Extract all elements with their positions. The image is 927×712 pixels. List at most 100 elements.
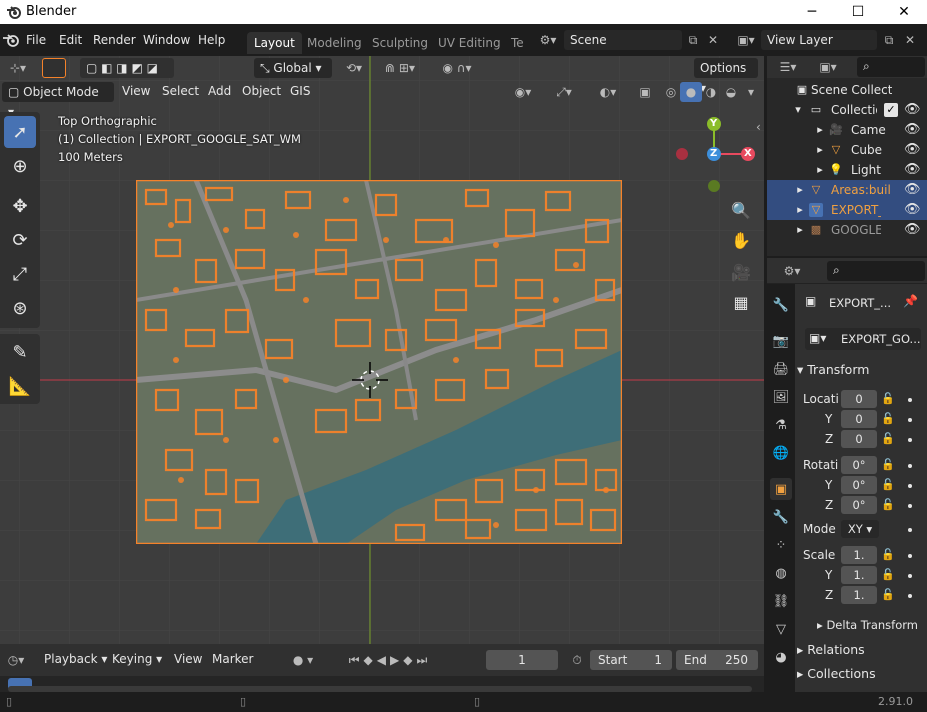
menu-playback[interactable]: Playback ▾ — [44, 652, 107, 666]
include-checkbox-icon[interactable]: ✓ — [884, 103, 898, 117]
shading-options-icon[interactable]: ▾ — [742, 82, 760, 102]
lock-icon[interactable]: 🔓 — [881, 568, 895, 581]
outliner-item-collection[interactable]: ▾ ▭ Collection ✓ 👁 — [767, 100, 927, 120]
visibility-dropdown-icon[interactable]: ◉▾ — [508, 82, 538, 102]
keyframe-dot-icon[interactable] — [908, 554, 912, 558]
ortho-grid-icon[interactable]: ▦ — [727, 288, 755, 316]
record-keyframe-icon[interactable]: ● ▾ — [284, 650, 322, 670]
relations-panel-header[interactable]: ▸ Relations — [797, 642, 925, 657]
menu-add[interactable]: Add — [208, 84, 231, 98]
keyframe-dot-icon[interactable] — [908, 574, 912, 578]
select-mode-icon[interactable] — [42, 58, 66, 78]
expand-arrow-icon[interactable]: ▸ — [793, 203, 807, 217]
view-layer-selector-icon[interactable]: ▣▾ — [732, 30, 760, 50]
tool-tab-icon[interactable]: 🔧 — [770, 294, 792, 316]
rotation-x-field[interactable]: 0° — [841, 456, 877, 474]
outliner-item-cube[interactable]: ▸ ▽ Cube 👁 — [767, 140, 927, 160]
collections-panel-header[interactable]: ▸ Collections — [797, 666, 925, 681]
location-z-field[interactable]: 0 — [841, 430, 877, 448]
expand-arrow-icon[interactable]: ▸ — [813, 123, 827, 137]
scene-tab-icon[interactable]: ⚗ — [770, 414, 792, 436]
eye-icon[interactable]: 👁 — [904, 140, 921, 160]
view-layer-tab-icon[interactable]: 🖼 — [770, 386, 792, 408]
transform-panel-header[interactable]: ▾ Transform — [797, 362, 925, 377]
snap-icon[interactable]: ⋒ ⊞▾ — [372, 58, 428, 78]
physics-tab-icon[interactable]: ◍ — [770, 562, 792, 584]
menu-gis[interactable]: GIS — [290, 84, 310, 98]
lock-icon[interactable]: 🔓 — [881, 478, 895, 491]
data-tab-icon[interactable]: ▽ — [770, 618, 792, 640]
transform-tool-icon[interactable]: ⊛ — [4, 292, 36, 324]
scale-x-field[interactable]: 1. — [841, 546, 877, 564]
outliner-filter-icon[interactable]: ▣▾ — [813, 57, 843, 77]
end-frame-field[interactable]: End 250 — [676, 650, 758, 670]
timeline-ruler[interactable] — [0, 676, 764, 692]
properties-search-input[interactable]: ⌕ — [827, 261, 925, 281]
delete-view-layer-icon[interactable]: ✕ — [899, 30, 921, 50]
keyframe-dot-icon[interactable] — [908, 438, 912, 442]
keyframe-dot-icon[interactable] — [908, 484, 912, 488]
keyframe-dot-icon[interactable] — [908, 528, 912, 532]
measure-tool-icon[interactable]: 📐 — [4, 370, 36, 402]
pin-icon[interactable]: 📌 — [903, 294, 918, 308]
blender-menu-icon[interactable] — [2, 32, 20, 48]
lock-icon[interactable]: 🔓 — [881, 588, 895, 601]
outliner-item-export[interactable]: ▸ ▽ EXPORT_G 👁 — [767, 200, 927, 220]
menu-timeline-view[interactable]: View — [174, 652, 202, 666]
scale-tool-icon[interactable]: ⤢ — [4, 258, 36, 290]
expand-arrow-icon[interactable]: ▾ — [791, 103, 805, 117]
lock-icon[interactable]: 🔓 — [881, 458, 895, 471]
scale-z-field[interactable]: 1. — [841, 586, 877, 604]
output-tab-icon[interactable]: 🖨 — [770, 358, 792, 380]
proportional-edit-icon[interactable]: ◉ ∩▾ — [432, 58, 482, 78]
data-block-selector[interactable]: ▣▾ EXPORT_GO... — [805, 328, 921, 350]
editor-type-icon[interactable]: ◷▾ — [2, 650, 30, 670]
menu-file[interactable]: File — [26, 33, 46, 47]
outliner-scene-collection[interactable]: ▣ Scene Collect — [767, 80, 927, 100]
expand-arrow-icon[interactable]: ▸ — [813, 163, 827, 177]
menu-render[interactable]: Render — [93, 33, 136, 47]
tab-texture-paint[interactable]: Te — [504, 32, 531, 54]
tab-modeling[interactable]: Modeling — [300, 32, 369, 54]
options-dropdown[interactable]: Options ▾ — [694, 58, 758, 95]
scene-name-field[interactable]: Scene — [564, 30, 682, 50]
outliner-item-camera[interactable]: ▸ 🎥 Came 👁 — [767, 120, 927, 140]
expand-arrow-icon[interactable]: ▸ — [793, 223, 807, 237]
selection-mode-buttons[interactable]: ▢ ◧ ◨ ◩ ◪ — [80, 58, 174, 78]
location-y-field[interactable]: 0 — [841, 410, 877, 428]
annotate-tool-icon[interactable]: ✎ — [4, 336, 36, 368]
select-box-tool-icon[interactable]: ➚ — [4, 116, 36, 148]
tab-uv-editing[interactable]: UV Editing — [431, 32, 508, 54]
material-tab-icon[interactable]: ◕ — [770, 646, 792, 668]
outliner-search-input[interactable]: ⌕ — [857, 57, 925, 77]
outliner-item-google[interactable]: ▸ ▩ GOOGLE_ 👁 — [767, 220, 927, 240]
keyframe-dot-icon[interactable] — [908, 418, 912, 422]
menu-window[interactable]: Window — [143, 33, 190, 47]
close-window-button[interactable]: ✕ — [881, 0, 927, 24]
zoom-icon[interactable]: 🔍 — [727, 196, 755, 224]
camera-view-icon[interactable]: 🎥 — [727, 258, 755, 286]
menu-edit[interactable]: Edit — [59, 33, 82, 47]
menu-object[interactable]: Object — [242, 84, 281, 98]
delta-transform-subpanel[interactable]: ▸ Delta Transform — [817, 618, 927, 632]
minimize-button[interactable]: ─ — [789, 0, 835, 24]
menu-keying[interactable]: Keying ▾ — [112, 652, 162, 666]
solid-shading-icon[interactable]: ● — [680, 82, 702, 102]
keyframe-dot-icon[interactable] — [908, 594, 912, 598]
3d-viewport[interactable]: ⊹▾ ▢ ◧ ◨ ◩ ◪ ⤡ Global ▾ ⟲▾ ⋒ ⊞▾ ◉ ∩▾ Opt… — [0, 56, 764, 644]
keyframe-dot-icon[interactable] — [908, 398, 912, 402]
render-tab-icon[interactable]: 📷 — [770, 330, 792, 352]
expand-arrow-icon[interactable]: ▸ — [813, 143, 827, 157]
tab-layout[interactable]: Layout — [247, 32, 302, 54]
outliner-display-mode-icon[interactable]: ☰▾ — [773, 57, 803, 77]
particles-tab-icon[interactable]: ⁘ — [770, 534, 792, 556]
3d-cursor-icon[interactable] — [352, 362, 388, 398]
menu-select[interactable]: Select — [162, 84, 199, 98]
scene-selector-icon[interactable]: ⚙▾ — [534, 30, 562, 50]
rotation-z-field[interactable]: 0° — [841, 496, 877, 514]
object-mode-dropdown[interactable]: ▢ Object Mode ▾ — [2, 82, 114, 119]
object-tab-icon[interactable]: ▣ — [770, 478, 792, 500]
lock-icon[interactable]: 🔓 — [881, 548, 895, 561]
wireframe-shading-icon[interactable]: ◎ — [660, 82, 682, 102]
world-tab-icon[interactable]: 🌐 — [770, 442, 792, 464]
